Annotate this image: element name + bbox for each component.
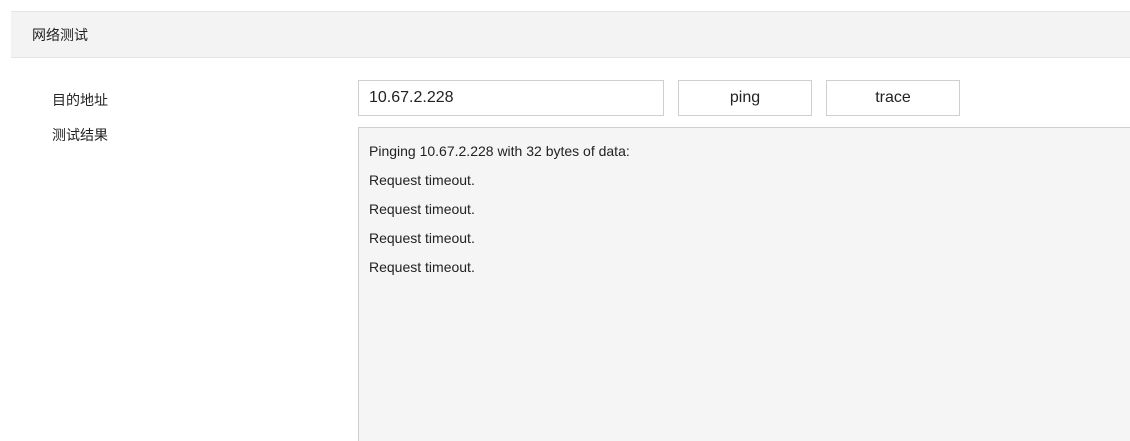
test-result-label: 测试结果 xyxy=(52,127,108,143)
result-line: Request timeout. xyxy=(369,230,475,246)
section-header: 网络测试 xyxy=(11,11,1130,58)
section-title: 网络测试 xyxy=(32,27,88,43)
test-result-output[interactable]: Pinging 10.67.2.228 with 32 bytes of dat… xyxy=(358,127,1130,441)
target-address-label: 目的地址 xyxy=(52,92,108,108)
network-test-page: 网络测试 目的地址 ping trace 测试结果 Pinging 10.67.… xyxy=(0,0,1130,441)
result-line: Request timeout. xyxy=(369,172,475,188)
result-line: Pinging 10.67.2.228 with 32 bytes of dat… xyxy=(369,143,630,159)
result-line: Request timeout. xyxy=(369,259,475,275)
target-address-input[interactable] xyxy=(358,80,664,116)
result-line: Request timeout. xyxy=(369,201,475,217)
ping-button[interactable]: ping xyxy=(678,80,812,116)
trace-button[interactable]: trace xyxy=(826,80,960,116)
